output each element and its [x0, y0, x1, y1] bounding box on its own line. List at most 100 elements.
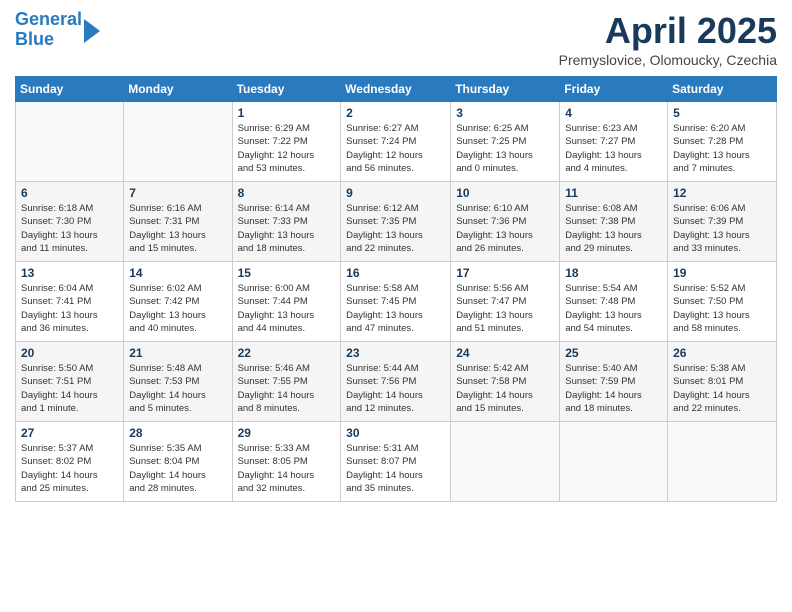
- day-info: Sunrise: 5:38 AM Sunset: 8:01 PM Dayligh…: [673, 362, 771, 415]
- day-info: Sunrise: 5:54 AM Sunset: 7:48 PM Dayligh…: [565, 282, 662, 335]
- day-info: Sunrise: 5:58 AM Sunset: 7:45 PM Dayligh…: [346, 282, 445, 335]
- weekday-header-thursday: Thursday: [451, 77, 560, 102]
- title-area: April 2025 Premyslovice, Olomoucky, Czec…: [559, 10, 777, 68]
- day-info: Sunrise: 6:16 AM Sunset: 7:31 PM Dayligh…: [129, 202, 226, 255]
- day-info: Sunrise: 5:44 AM Sunset: 7:56 PM Dayligh…: [346, 362, 445, 415]
- day-info: Sunrise: 5:31 AM Sunset: 8:07 PM Dayligh…: [346, 442, 445, 495]
- month-title: April 2025: [559, 10, 777, 52]
- calendar-cell: 26 Sunrise: 5:38 AM Sunset: 8:01 PM Dayli…: [668, 342, 777, 422]
- calendar-page: GeneralBlue April 2025 Premyslovice, Olo…: [0, 0, 792, 512]
- calendar-cell: [560, 422, 668, 502]
- day-info: Sunrise: 5:46 AM Sunset: 7:55 PM Dayligh…: [238, 362, 336, 415]
- calendar-cell: [668, 422, 777, 502]
- calendar-cell: [16, 102, 124, 182]
- calendar-cell: 22 Sunrise: 5:46 AM Sunset: 7:55 PM Dayli…: [232, 342, 341, 422]
- day-number: 22: [238, 346, 336, 360]
- day-info: Sunrise: 5:48 AM Sunset: 7:53 PM Dayligh…: [129, 362, 226, 415]
- calendar-week-row: 6 Sunrise: 6:18 AM Sunset: 7:30 PM Daylig…: [16, 182, 777, 262]
- day-info: Sunrise: 6:08 AM Sunset: 7:38 PM Dayligh…: [565, 202, 662, 255]
- calendar-cell: 14 Sunrise: 6:02 AM Sunset: 7:42 PM Dayli…: [124, 262, 232, 342]
- day-info: Sunrise: 6:14 AM Sunset: 7:33 PM Dayligh…: [238, 202, 336, 255]
- calendar-cell: 8 Sunrise: 6:14 AM Sunset: 7:33 PM Daylig…: [232, 182, 341, 262]
- calendar-cell: 9Sunrise: 6:12 AM Sunset: 7:35 PM Daylig…: [341, 182, 451, 262]
- day-number: 13: [21, 266, 118, 280]
- day-info: Sunrise: 5:35 AM Sunset: 8:04 PM Dayligh…: [129, 442, 226, 495]
- day-info: Sunrise: 5:42 AM Sunset: 7:58 PM Dayligh…: [456, 362, 554, 415]
- calendar-cell: 21 Sunrise: 5:48 AM Sunset: 7:53 PM Dayli…: [124, 342, 232, 422]
- day-number: 15: [238, 266, 336, 280]
- day-info: Sunrise: 5:40 AM Sunset: 7:59 PM Dayligh…: [565, 362, 662, 415]
- calendar-cell: 23 Sunrise: 5:44 AM Sunset: 7:56 PM Dayli…: [341, 342, 451, 422]
- day-number: 28: [129, 426, 226, 440]
- day-info: Sunrise: 5:33 AM Sunset: 8:05 PM Dayligh…: [238, 442, 336, 495]
- location: Premyslovice, Olomoucky, Czechia: [559, 52, 777, 68]
- weekday-header-monday: Monday: [124, 77, 232, 102]
- day-number: 8: [238, 186, 336, 200]
- day-number: 3: [456, 106, 554, 120]
- calendar-cell: 13Sunrise: 6:04 AM Sunset: 7:41 PM Dayli…: [16, 262, 124, 342]
- day-number: 26: [673, 346, 771, 360]
- calendar-cell: 27Sunrise: 5:37 AM Sunset: 8:02 PM Dayli…: [16, 422, 124, 502]
- day-info: Sunrise: 6:06 AM Sunset: 7:39 PM Dayligh…: [673, 202, 771, 255]
- day-info: Sunrise: 6:10 AM Sunset: 7:36 PM Dayligh…: [456, 202, 554, 255]
- day-info: Sunrise: 6:23 AM Sunset: 7:27 PM Dayligh…: [565, 122, 662, 175]
- day-number: 30: [346, 426, 445, 440]
- day-number: 27: [21, 426, 118, 440]
- day-number: 14: [129, 266, 226, 280]
- calendar-cell: [124, 102, 232, 182]
- weekday-header-saturday: Saturday: [668, 77, 777, 102]
- day-info: Sunrise: 6:00 AM Sunset: 7:44 PM Dayligh…: [238, 282, 336, 335]
- calendar-cell: 6 Sunrise: 6:18 AM Sunset: 7:30 PM Daylig…: [16, 182, 124, 262]
- calendar-cell: 29Sunrise: 5:33 AM Sunset: 8:05 PM Dayli…: [232, 422, 341, 502]
- calendar-week-row: 27Sunrise: 5:37 AM Sunset: 8:02 PM Dayli…: [16, 422, 777, 502]
- calendar-week-row: 20 Sunrise: 5:50 AM Sunset: 7:51 PM Dayli…: [16, 342, 777, 422]
- day-number: 24: [456, 346, 554, 360]
- day-number: 21: [129, 346, 226, 360]
- calendar-cell: 16 Sunrise: 5:58 AM Sunset: 7:45 PM Dayli…: [341, 262, 451, 342]
- day-info: Sunrise: 6:18 AM Sunset: 7:30 PM Dayligh…: [21, 202, 118, 255]
- day-number: 16: [346, 266, 445, 280]
- day-info: Sunrise: 6:27 AM Sunset: 7:24 PM Dayligh…: [346, 122, 445, 175]
- day-number: 12: [673, 186, 771, 200]
- day-number: 23: [346, 346, 445, 360]
- calendar-cell: 30 Sunrise: 5:31 AM Sunset: 8:07 PM Dayli…: [341, 422, 451, 502]
- weekday-header-friday: Friday: [560, 77, 668, 102]
- day-number: 20: [21, 346, 118, 360]
- calendar-cell: 7 Sunrise: 6:16 AM Sunset: 7:31 PM Daylig…: [124, 182, 232, 262]
- day-number: 25: [565, 346, 662, 360]
- day-number: 2: [346, 106, 445, 120]
- calendar-header: SundayMondayTuesdayWednesdayThursdayFrid…: [16, 77, 777, 102]
- day-number: 1: [238, 106, 336, 120]
- day-info: Sunrise: 5:52 AM Sunset: 7:50 PM Dayligh…: [673, 282, 771, 335]
- logo: GeneralBlue: [15, 10, 100, 50]
- calendar-week-row: 1Sunrise: 6:29 AM Sunset: 7:22 PM Daylig…: [16, 102, 777, 182]
- calendar-cell: 17Sunrise: 5:56 AM Sunset: 7:47 PM Dayli…: [451, 262, 560, 342]
- day-number: 10: [456, 186, 554, 200]
- calendar-cell: 20 Sunrise: 5:50 AM Sunset: 7:51 PM Dayli…: [16, 342, 124, 422]
- calendar-cell: 1Sunrise: 6:29 AM Sunset: 7:22 PM Daylig…: [232, 102, 341, 182]
- calendar-cell: 12 Sunrise: 6:06 AM Sunset: 7:39 PM Dayli…: [668, 182, 777, 262]
- day-number: 7: [129, 186, 226, 200]
- weekday-header-tuesday: Tuesday: [232, 77, 341, 102]
- calendar-week-row: 13Sunrise: 6:04 AM Sunset: 7:41 PM Dayli…: [16, 262, 777, 342]
- calendar-cell: 15 Sunrise: 6:00 AM Sunset: 7:44 PM Dayli…: [232, 262, 341, 342]
- header: GeneralBlue April 2025 Premyslovice, Olo…: [15, 10, 777, 68]
- calendar-cell: 19 Sunrise: 5:52 AM Sunset: 7:50 PM Dayli…: [668, 262, 777, 342]
- weekday-header-sunday: Sunday: [16, 77, 124, 102]
- day-number: 6: [21, 186, 118, 200]
- day-info: Sunrise: 6:02 AM Sunset: 7:42 PM Dayligh…: [129, 282, 226, 335]
- calendar-cell: 11 Sunrise: 6:08 AM Sunset: 7:38 PM Dayli…: [560, 182, 668, 262]
- day-info: Sunrise: 6:20 AM Sunset: 7:28 PM Dayligh…: [673, 122, 771, 175]
- calendar-cell: 5 Sunrise: 6:20 AM Sunset: 7:28 PM Daylig…: [668, 102, 777, 182]
- weekday-header-wednesday: Wednesday: [341, 77, 451, 102]
- day-number: 5: [673, 106, 771, 120]
- calendar-cell: 24 Sunrise: 5:42 AM Sunset: 7:58 PM Dayli…: [451, 342, 560, 422]
- calendar-cell: 2 Sunrise: 6:27 AM Sunset: 7:24 PM Daylig…: [341, 102, 451, 182]
- day-number: 19: [673, 266, 771, 280]
- day-number: 11: [565, 186, 662, 200]
- day-number: 9: [346, 186, 445, 200]
- day-info: Sunrise: 5:50 AM Sunset: 7:51 PM Dayligh…: [21, 362, 118, 415]
- calendar-cell: 10 Sunrise: 6:10 AM Sunset: 7:36 PM Dayli…: [451, 182, 560, 262]
- weekday-header-row: SundayMondayTuesdayWednesdayThursdayFrid…: [16, 77, 777, 102]
- day-info: Sunrise: 6:25 AM Sunset: 7:25 PM Dayligh…: [456, 122, 554, 175]
